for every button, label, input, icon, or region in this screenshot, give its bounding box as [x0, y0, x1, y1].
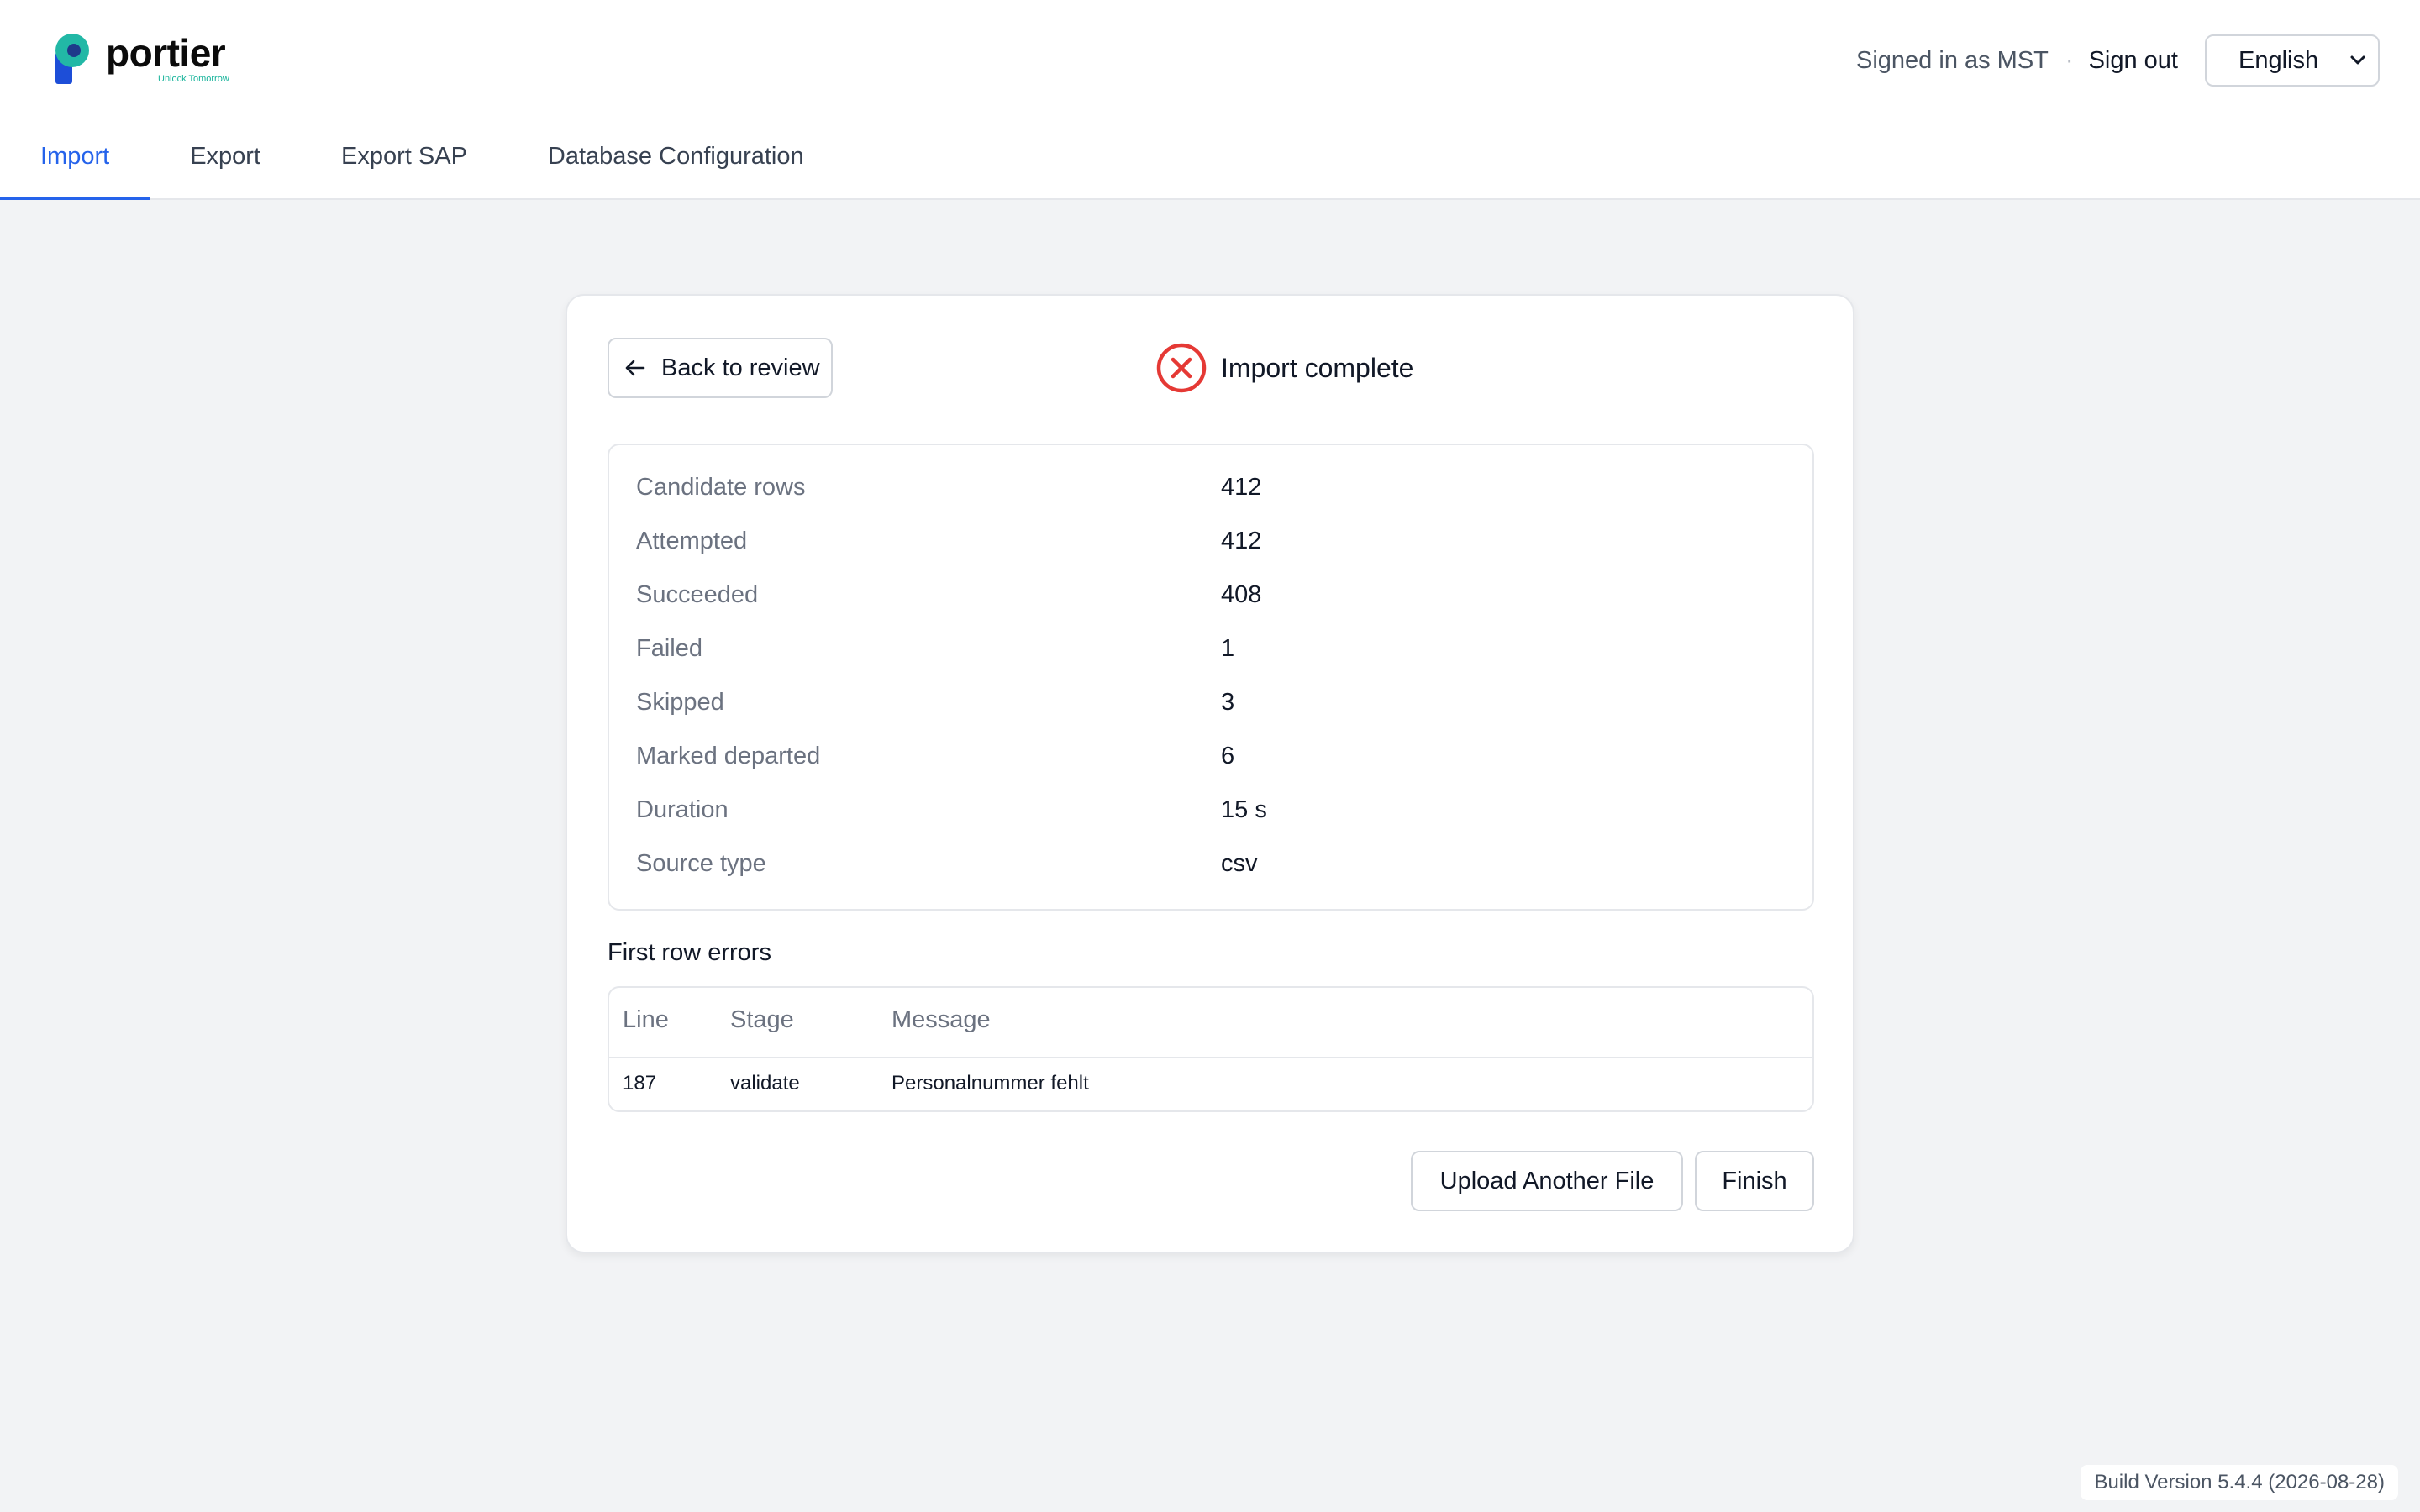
logo-tagline: Unlock Tomorrow	[158, 74, 229, 84]
finish-button[interactable]: Finish	[1695, 1151, 1814, 1211]
stat-label: Succeeded	[636, 581, 759, 608]
language-select-value: English	[2238, 46, 2319, 74]
logo-mark-icon	[55, 34, 89, 84]
signed-in-text: Signed in as MST	[1856, 46, 2049, 74]
stat-value: 1	[1221, 635, 1235, 662]
table-header-row: Line Stage Message	[609, 988, 1812, 1058]
tab-database-configuration[interactable]: Database Configuration	[508, 126, 844, 198]
cell-line: 187	[623, 1072, 657, 1095]
cell-stage: validate	[730, 1072, 800, 1095]
logo-wordmark: portier	[106, 31, 226, 75]
stat-label: Skipped	[636, 689, 724, 716]
stat-value: 408	[1221, 581, 1262, 608]
stat-value: 3	[1221, 689, 1235, 716]
stat-value: 6	[1221, 743, 1235, 769]
row-errors-table: Line Stage Message 187 validate Personal…	[608, 986, 1814, 1112]
upload-another-file-button[interactable]: Upload Another File	[1411, 1151, 1683, 1211]
stat-row-failed: Failed 1	[636, 635, 1787, 689]
tab-export-sap[interactable]: Export SAP	[301, 126, 508, 198]
back-to-review-button[interactable]: Back to review	[608, 338, 833, 398]
tab-export[interactable]: Export	[150, 126, 301, 198]
main-tabs: Import Export Export SAP Database Config…	[0, 126, 844, 200]
stat-row-skipped: Skipped 3	[636, 689, 1787, 743]
column-header-line: Line	[623, 1006, 669, 1033]
arrow-left-icon	[625, 360, 645, 376]
chevron-down-icon	[2350, 55, 2365, 65]
stat-row-attempted: Attempted 412	[636, 528, 1787, 581]
top-bar: portier Unlock Tomorrow Signed in as MST…	[0, 0, 2420, 200]
stat-label: Source type	[636, 850, 766, 877]
back-button-label: Back to review	[661, 354, 820, 381]
stat-label: Marked departed	[636, 743, 821, 769]
stat-row-duration: Duration 15 s	[636, 796, 1787, 850]
stat-row-succeeded: Succeeded 408	[636, 581, 1787, 635]
stat-value: 15 s	[1221, 796, 1267, 823]
stat-label: Failed	[636, 635, 702, 662]
stat-label: Candidate rows	[636, 474, 806, 501]
stat-value: csv	[1221, 850, 1258, 877]
import-stats-panel: Candidate rows 412 Attempted 412 Succeed…	[608, 444, 1814, 911]
status-title: Import complete	[1221, 352, 1414, 383]
language-select[interactable]: English	[2205, 34, 2380, 87]
stat-row-candidate-rows: Candidate rows 412	[636, 474, 1787, 528]
column-header-stage: Stage	[730, 1006, 794, 1033]
portier-logo[interactable]: portier Unlock Tomorrow	[54, 32, 255, 89]
separator-dot: ·	[2065, 46, 2074, 74]
import-result-card: Back to review Import complete Candidate…	[566, 294, 1854, 1253]
sign-out-link[interactable]: Sign out	[2089, 47, 2178, 75]
stat-row-marked-departed: Marked departed 6	[636, 743, 1787, 796]
stat-value: 412	[1221, 528, 1262, 554]
error-circle-icon	[1156, 343, 1207, 393]
column-header-message: Message	[892, 1006, 991, 1033]
errors-heading: First row errors	[608, 939, 771, 966]
stat-value: 412	[1221, 474, 1262, 501]
user-area: Signed in as MST · Sign out English	[1856, 34, 2380, 87]
stat-label: Attempted	[636, 528, 748, 554]
stat-label: Duration	[636, 796, 729, 823]
cell-message: Personalnummer fehlt	[892, 1072, 1089, 1095]
build-version-badge: Build Version 5.4.4 (2026-08-28)	[2081, 1465, 2398, 1500]
import-status: Import complete	[1155, 342, 1413, 394]
tab-import[interactable]: Import	[0, 126, 150, 200]
stat-row-source-type: Source type csv	[636, 850, 1787, 904]
